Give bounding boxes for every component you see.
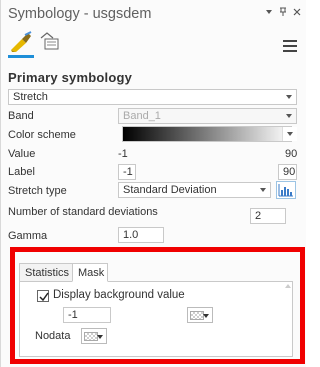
symbology-tab-row bbox=[1, 30, 307, 64]
renderer-value: Stretch bbox=[13, 91, 48, 103]
histogram-button[interactable] bbox=[276, 181, 296, 199]
title-bar: Symbology - usgsdem bbox=[1, 0, 307, 28]
no-color-swatch-icon bbox=[190, 311, 204, 320]
std-dev-label: Number of standard deviations bbox=[8, 206, 158, 218]
band-value: Band_1 bbox=[123, 110, 161, 122]
std-dev-field[interactable]: 2 bbox=[250, 208, 286, 224]
tab-statistics[interactable]: Statistics bbox=[19, 263, 73, 282]
band-dropdown[interactable]: Band_1 bbox=[118, 108, 297, 124]
band-label: Band bbox=[8, 110, 34, 122]
stretch-type-label: Stretch type bbox=[8, 185, 67, 197]
label-label: Label bbox=[8, 166, 35, 178]
histogram-icon bbox=[278, 184, 293, 197]
display-background-label: Display background value bbox=[53, 289, 185, 301]
chevron-down-icon bbox=[203, 314, 209, 318]
background-value-field[interactable]: -1 bbox=[63, 307, 111, 323]
tab-mask[interactable]: Mask bbox=[72, 263, 108, 282]
label-max-field[interactable]: 90 bbox=[278, 164, 297, 180]
chevron-down-icon bbox=[286, 114, 292, 118]
nodata-label: Nodata bbox=[35, 330, 71, 342]
label-min-field[interactable]: -1 bbox=[118, 164, 136, 180]
background-color-dropdown[interactable] bbox=[187, 307, 213, 323]
gamma-label: Gamma bbox=[8, 230, 48, 242]
color-scheme-ramp[interactable] bbox=[122, 126, 292, 142]
chevron-down-icon bbox=[97, 335, 103, 339]
paint-brush-icon[interactable] bbox=[8, 30, 34, 58]
color-scheme-dropdown[interactable] bbox=[282, 127, 297, 141]
value-min: -1 bbox=[118, 148, 128, 160]
chevron-down-icon bbox=[287, 132, 293, 136]
dropdown-menu-icon[interactable] bbox=[265, 8, 273, 16]
value-max: 90 bbox=[285, 148, 298, 160]
section-title: Primary symbology bbox=[8, 70, 133, 85]
checkmark-icon bbox=[39, 292, 49, 302]
stretch-type-value: Standard Deviation bbox=[123, 184, 217, 196]
symbology-pane: Symbology - usgsdem Primary symbology St… bbox=[0, 0, 306, 367]
display-background-checkbox[interactable] bbox=[37, 290, 49, 302]
stretch-type-dropdown[interactable]: Standard Deviation bbox=[118, 182, 271, 198]
chevron-down-icon bbox=[286, 95, 292, 99]
options-menu-icon[interactable] bbox=[283, 40, 297, 52]
mask-image-icon[interactable] bbox=[37, 30, 63, 58]
value-label: Value bbox=[8, 148, 36, 160]
no-color-swatch-icon bbox=[84, 332, 98, 341]
renderer-dropdown[interactable]: Stretch bbox=[8, 89, 297, 105]
title-controls bbox=[265, 7, 301, 17]
gamma-field[interactable]: 1.0 bbox=[118, 227, 164, 243]
chevron-down-icon bbox=[260, 188, 266, 192]
scroll-up-icon[interactable] bbox=[285, 284, 291, 288]
nodata-color-dropdown[interactable] bbox=[81, 328, 107, 344]
pin-icon[interactable] bbox=[279, 7, 287, 17]
color-scheme-label: Color scheme bbox=[8, 129, 76, 141]
close-icon[interactable] bbox=[293, 8, 301, 16]
pane-title: Symbology - usgsdem bbox=[8, 6, 152, 22]
